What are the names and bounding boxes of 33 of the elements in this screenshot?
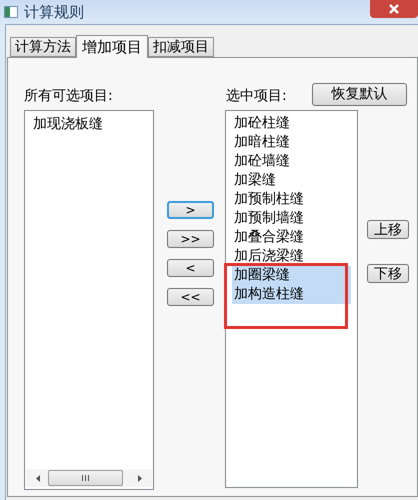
list-item[interactable]: 加圈梁缝 xyxy=(232,266,351,285)
list-item[interactable]: 加现浇板缝 xyxy=(31,115,147,134)
close-button[interactable] xyxy=(370,0,418,18)
move-button[interactable]: 上移 xyxy=(367,220,409,239)
available-list[interactable]: 加现浇板缝 xyxy=(24,110,154,490)
transfer-button[interactable]: < xyxy=(167,259,214,277)
list-item[interactable]: 加暗柱缝 xyxy=(232,133,351,152)
restore-defaults-button[interactable]: 恢复默认 xyxy=(312,83,407,106)
list-item[interactable]: 加叠合梁缝 xyxy=(232,228,351,247)
close-icon xyxy=(388,4,400,14)
list-item[interactable]: 加砼柱缝 xyxy=(232,114,351,133)
transfer-button[interactable]: >> xyxy=(167,230,214,248)
scroll-right-icon[interactable] xyxy=(138,474,142,482)
tab[interactable]: 计算方法 xyxy=(10,37,76,57)
scroll-left-icon[interactable] xyxy=(36,474,40,482)
list-item[interactable]: 加预制墙缝 xyxy=(232,209,351,228)
selected-list[interactable]: 加砼柱缝 加暗柱缝 加砼墙缝 加梁缝 加预制柱缝 加预制墙缝 加叠合梁缝 加后浇梁缝 加圈梁缝 加构造柱缝 xyxy=(225,110,358,488)
list-label: 所有可选项目: xyxy=(24,87,114,106)
scroll-thumb[interactable] xyxy=(48,470,123,486)
horizontal-scrollbar[interactable] xyxy=(26,469,152,487)
transfer-button[interactable]: << xyxy=(167,288,214,306)
window-title: 计算规则 xyxy=(24,2,84,23)
list-item[interactable]: 加梁缝 xyxy=(232,171,351,190)
tab[interactable]: 扣减项目 xyxy=(148,37,214,57)
list-item[interactable]: 加预制柱缝 xyxy=(232,190,351,209)
transfer-button[interactable]: > xyxy=(167,201,214,219)
tab[interactable]: 增加项目 xyxy=(76,35,148,58)
list-item[interactable]: 加构造柱缝 xyxy=(232,285,351,304)
window-icon xyxy=(4,6,18,18)
list-item[interactable]: 加后浇梁缝 xyxy=(232,247,351,266)
list-item[interactable]: 加砼墙缝 xyxy=(232,152,351,171)
move-button[interactable]: 下移 xyxy=(367,264,409,283)
list-label: 选中项目: xyxy=(226,87,287,106)
